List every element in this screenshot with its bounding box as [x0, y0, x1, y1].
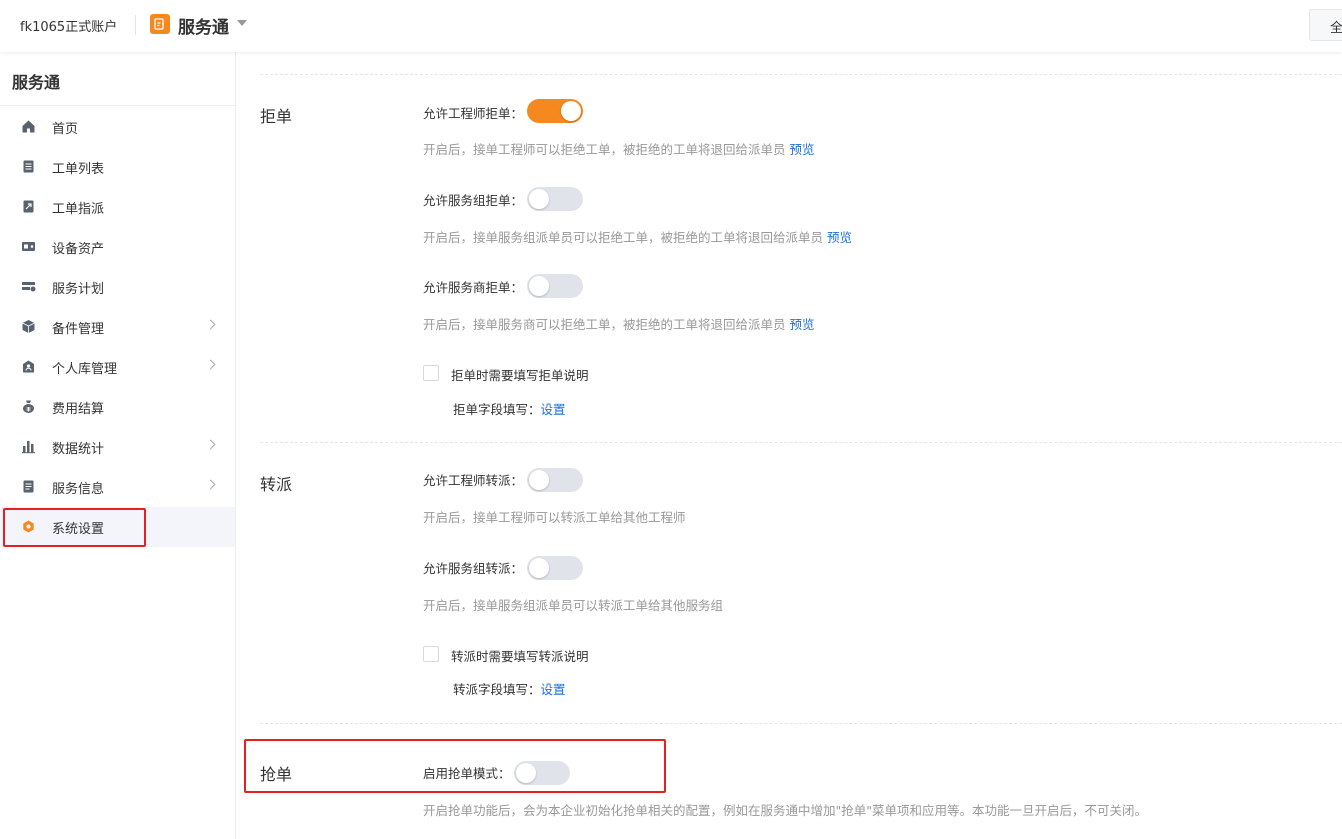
- field-label-text: 转派字段填写：: [453, 682, 541, 697]
- section-title-transfer: 转派: [260, 475, 293, 494]
- engineer-transfer-label: 允许工程师转派：: [423, 473, 524, 488]
- sidebar-item-service-info[interactable]: 服务信息: [0, 467, 235, 507]
- sidebar-item-label: 费用结算: [52, 402, 105, 417]
- engineer-transfer-toggle[interactable]: [527, 468, 583, 492]
- engineer-reject-toggle[interactable]: [527, 99, 583, 123]
- top-bar: fk1065正式账户 服务通 全: [0, 0, 1342, 52]
- section-divider: [260, 723, 1342, 724]
- sidebar-item-ticket-list[interactable]: 工单列表: [0, 147, 235, 187]
- info-icon: [23, 480, 34, 493]
- sidebar-item-label: 系统设置: [52, 522, 105, 537]
- app-name[interactable]: 服务通: [178, 13, 229, 38]
- toggle-knob: [516, 763, 536, 783]
- sidebar-item-label: 工单列表: [52, 162, 105, 177]
- sidebar-item-label: 服务信息: [52, 482, 105, 497]
- group-transfer-desc: 开启后，接单服务组派单员可以转派工单给其他服务组: [423, 598, 724, 613]
- field-label-text: 拒单字段填写：: [453, 402, 541, 417]
- sidebar-item-label: 个人库管理: [52, 362, 118, 377]
- chevron-right-icon: [205, 479, 216, 490]
- sidebar-item-billing[interactable]: 费用结算: [0, 387, 235, 427]
- preview-link[interactable]: 预览: [790, 317, 815, 332]
- sidebar-item-home[interactable]: 首页: [0, 107, 235, 147]
- grab-mode-toggle[interactable]: [514, 761, 570, 785]
- reject-note-label: 拒单时需要填写拒单说明: [451, 368, 589, 383]
- sidebar-item-parts[interactable]: 备件管理: [0, 307, 235, 347]
- desc-text: 开启后，接单服务商可以拒绝工单，被拒绝的工单将退回给派单员: [423, 317, 786, 332]
- top-right-button[interactable]: 全: [1309, 9, 1342, 41]
- toggle-knob: [529, 558, 549, 578]
- sidebar: 服务通 首页 工单列表 工单指派 设备资产 服务计划 备件管理 个人库管理 费用…: [0, 52, 236, 839]
- grab-mode-desc: 开启抢单功能后，会为本企业初始化抢单相关的配置，例如在服务通中增加"抢单"菜单项…: [423, 803, 1148, 818]
- app-logo-icon: [150, 14, 170, 34]
- topbar-divider: [135, 15, 136, 35]
- engineer-reject-desc: 开启后，接单工程师可以拒绝工单，被拒绝的工单将退回给派单员 预览: [423, 139, 815, 158]
- grab-mode-label: 启用抢单模式：: [423, 766, 511, 781]
- account-name[interactable]: fk1065正式账户: [20, 16, 117, 35]
- sidebar-divider: [0, 105, 235, 106]
- plan-icon: [22, 282, 36, 292]
- chevron-right-icon: [205, 359, 216, 370]
- toggle-knob: [529, 189, 549, 209]
- transfer-field-setting: 转派字段填写：设置: [453, 679, 566, 698]
- sidebar-item-label: 数据统计: [52, 442, 105, 457]
- parts-icon: [22, 320, 35, 333]
- sidebar-item-system-settings[interactable]: 系统设置: [0, 507, 235, 547]
- toggle-knob: [529, 470, 549, 490]
- group-reject-toggle[interactable]: [527, 187, 583, 211]
- list-icon: [23, 160, 34, 173]
- home-icon: [22, 120, 35, 133]
- toggle-knob: [529, 276, 549, 296]
- sidebar-item-devices[interactable]: 设备资产: [0, 227, 235, 267]
- engineer-transfer-desc: 开启后，接单工程师可以转派工单给其他工程师: [423, 510, 686, 525]
- sidebar-item-service-plan[interactable]: 服务计划: [0, 267, 235, 307]
- transfer-field-settings-link[interactable]: 设置: [541, 682, 566, 697]
- engineer-reject-label: 允许工程师拒单：: [423, 106, 524, 121]
- group-reject-label: 允许服务组拒单：: [423, 193, 524, 208]
- sidebar-item-personal-stock[interactable]: 个人库管理: [0, 347, 235, 387]
- settings-content: 拒单 允许工程师拒单： 开启后，接单工程师可以拒绝工单，被拒绝的工单将退回给派单…: [236, 52, 1342, 839]
- provider-reject-label: 允许服务商拒单：: [423, 280, 524, 295]
- assign-icon: [23, 200, 34, 213]
- device-icon: [22, 242, 35, 251]
- group-transfer-label: 允许服务组转派：: [423, 561, 524, 576]
- toggle-knob: [561, 101, 581, 121]
- sidebar-item-ticket-assign[interactable]: 工单指派: [0, 187, 235, 227]
- personal-stock-icon: [23, 360, 34, 373]
- group-reject-desc: 开启后，接单服务组派单员可以拒绝工单，被拒绝的工单将退回给派单员 预览: [423, 227, 852, 246]
- sidebar-title: 服务通: [12, 73, 61, 92]
- preview-link[interactable]: 预览: [790, 142, 815, 157]
- reject-field-settings-link[interactable]: 设置: [541, 402, 566, 417]
- chevron-right-icon: [205, 319, 216, 330]
- section-divider: [260, 442, 1342, 443]
- section-divider: [260, 74, 1342, 75]
- desc-text: 开启后，接单工程师可以拒绝工单，被拒绝的工单将退回给派单员: [423, 142, 786, 157]
- chevron-right-icon: [205, 439, 216, 450]
- section-title-grab: 抢单: [260, 765, 293, 784]
- sidebar-item-label: 设备资产: [52, 242, 105, 257]
- gear-icon: [23, 520, 34, 533]
- sidebar-item-label: 服务计划: [52, 282, 105, 297]
- desc-text: 开启后，接单服务组派单员可以拒绝工单，被拒绝的工单将退回给派单员: [423, 230, 824, 245]
- bar-chart-icon: [22, 441, 35, 454]
- preview-link[interactable]: 预览: [827, 230, 852, 245]
- provider-reject-desc: 开启后，接单服务商可以拒绝工单，被拒绝的工单将退回给派单员 预览: [423, 314, 815, 333]
- section-title-reject: 拒单: [260, 107, 293, 126]
- group-transfer-toggle[interactable]: [527, 556, 583, 580]
- reject-field-setting: 拒单字段填写：设置: [453, 399, 566, 418]
- reject-note-checkbox[interactable]: [423, 365, 439, 381]
- sidebar-item-label: 首页: [52, 122, 79, 137]
- transfer-note-checkbox[interactable]: [423, 646, 439, 662]
- money-bag-icon: [23, 400, 34, 413]
- provider-reject-toggle[interactable]: [527, 274, 583, 298]
- sidebar-item-statistics[interactable]: 数据统计: [0, 427, 235, 467]
- chevron-down-icon[interactable]: [237, 20, 247, 26]
- sidebar-item-label: 备件管理: [52, 322, 105, 337]
- transfer-note-label: 转派时需要填写转派说明: [451, 649, 589, 664]
- sidebar-item-label: 工单指派: [52, 202, 105, 217]
